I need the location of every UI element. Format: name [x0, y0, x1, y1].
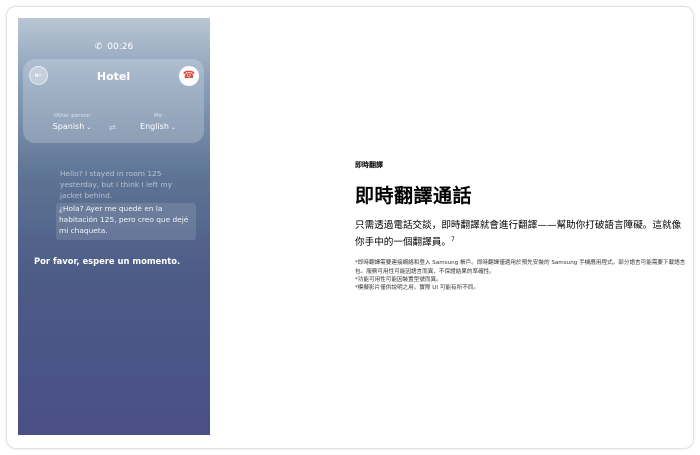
disclaimer-line: *即時翻譯需要連接網絡和登入 Samsung 帳戶。即時翻譯僅適用於預先安裝的 …: [355, 260, 686, 275]
other-person-language-label: Spanish: [52, 122, 85, 131]
phone-icon: ✆: [94, 42, 103, 52]
phone-screen-mockup: ✆ 00:26 ⇤ Hotel ☎ Other person Spanish ⌄ ⇄…: [18, 18, 210, 435]
call-timer: 00:26: [107, 42, 134, 52]
disclaimer-line: *模擬影片僅供說明之用。實際 UI 可能有所不同。: [355, 285, 479, 292]
status-message: Por favor, espere un momento.: [34, 256, 181, 266]
swap-icon[interactable]: ⇄: [109, 123, 116, 132]
disclaimer-line: *功能可用性可能因裝置型號而異。: [355, 277, 442, 283]
call-card: ⇤ Hotel ☎ Other person Spanish ⌄ ⇄ Me Eng…: [23, 59, 204, 143]
feature-title: 即時翻譯通話: [355, 185, 473, 207]
disclaimer-notes: *即時翻譯需要連接網絡和登入 Samsung 帳戶。即時翻譯僅適用於預先安裝的 …: [355, 259, 690, 293]
my-language-caption: Me: [153, 113, 163, 119]
hangup-icon[interactable]: ☎: [179, 66, 199, 86]
chevron-down-icon: ⌄: [86, 124, 92, 131]
translated-speech-text: ¿Hola? Ayer me quedé en la habitación 12…: [56, 203, 196, 240]
footnote-marker: 7: [450, 236, 455, 243]
call-status-bar: ✆ 00:26: [18, 42, 210, 52]
original-speech-text: Hello? I stayed in room 125 yesterday, b…: [60, 169, 172, 200]
other-person-caption: Other person: [53, 113, 91, 119]
chevron-down-icon: ⌄: [170, 124, 176, 131]
my-language[interactable]: Me English ⌄: [123, 113, 193, 131]
other-person-language[interactable]: Other person Spanish ⌄: [37, 113, 107, 131]
call-title: Hotel: [96, 70, 131, 83]
feature-body-text: 只需透過電話交談，即時翻譯就會進行翻譯——幫助你打破語言障礙。這就像你手中的一個…: [355, 220, 682, 249]
my-language-label: English: [140, 122, 169, 131]
feature-description: 即時翻譯 即時翻譯通話 只需透過電話交談，即時翻譯就會進行翻譯——幫助你打破語言…: [355, 160, 690, 293]
feature-body: 只需透過電話交談，即時翻譯就會進行翻譯——幫助你打破語言障礙。這就像你手中的一個…: [355, 219, 690, 250]
feature-eyebrow: 即時翻譯: [355, 161, 383, 169]
